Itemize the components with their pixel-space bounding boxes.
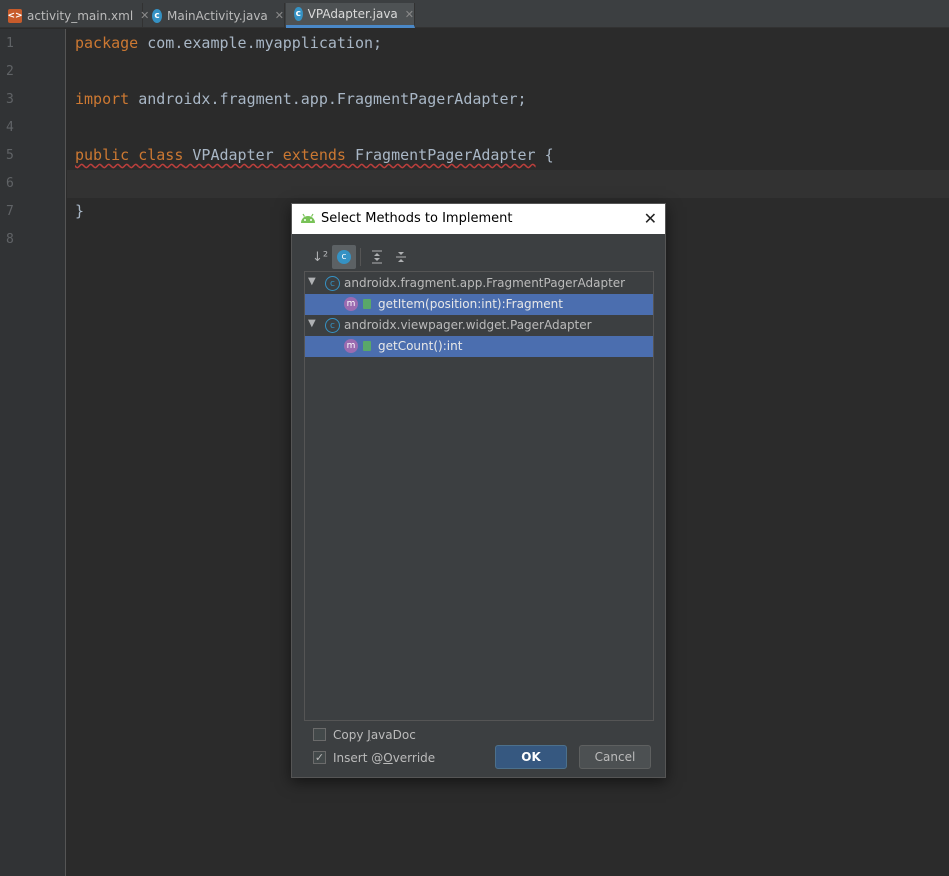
class-name: VPAdapter xyxy=(192,146,274,164)
public-access-icon xyxy=(363,341,371,351)
tab-label: activity_main.xml xyxy=(27,8,134,23)
class-icon: c xyxy=(325,276,340,291)
mnemonic: O xyxy=(383,751,393,765)
label-text: avaDoc xyxy=(370,728,416,742)
expand-arrow-icon[interactable]: ▼ xyxy=(308,276,316,287)
tab-main-activity-java[interactable]: c MainActivity.java ✕ xyxy=(144,3,285,28)
line-number: 2 xyxy=(6,64,14,79)
line-number: 1 xyxy=(6,36,14,51)
method-icon: m xyxy=(344,339,358,353)
keyword: public xyxy=(75,146,130,164)
class-label: androidx.viewpager.widget.PagerAdapter xyxy=(344,318,592,332)
class-icon: c xyxy=(152,8,162,23)
xml-file-icon: <> xyxy=(7,8,23,23)
code-text: { xyxy=(535,146,554,164)
close-icon[interactable]: ✕ xyxy=(405,8,414,21)
insert-override-checkbox[interactable]: ✓ xyxy=(313,751,326,764)
code-line-class-declaration[interactable]: public class VPAdapter extends FragmentP… xyxy=(75,146,554,164)
dialog-title: Select Methods to Implement xyxy=(321,211,513,226)
sort-icon[interactable]: ↓² xyxy=(308,245,332,269)
close-icon[interactable]: ✕ xyxy=(644,209,657,228)
label-text: Copy xyxy=(333,728,368,742)
tree-class-node[interactable]: ▼ c androidx.viewpager.widget.PagerAdapt… xyxy=(305,315,653,336)
dialog-title-bar[interactable]: Select Methods to Implement ✕ xyxy=(292,204,665,234)
dialog-toolbar: ↓² c xyxy=(308,245,413,269)
keyword: class xyxy=(138,146,184,164)
tab-vpadapter-java[interactable]: c VPAdapter.java ✕ xyxy=(286,3,415,28)
line-number: 8 xyxy=(6,232,14,247)
close-icon[interactable]: ✕ xyxy=(275,9,284,22)
method-label: getItem(position:int):Fragment xyxy=(378,297,563,311)
tree-method-node[interactable]: m getCount():int xyxy=(305,336,653,357)
class-label: androidx.fragment.app.FragmentPagerAdapt… xyxy=(344,276,626,290)
tab-label: VPAdapter.java xyxy=(307,7,398,21)
line-number: 6 xyxy=(6,176,14,191)
expand-all-icon[interactable] xyxy=(365,245,389,269)
code-text: } xyxy=(75,202,85,220)
android-icon xyxy=(301,213,315,223)
copy-javadoc-checkbox[interactable] xyxy=(313,728,326,741)
line-number: 7 xyxy=(6,204,14,219)
keyword: package xyxy=(75,34,139,52)
tab-activity-main-xml[interactable]: <> activity_main.xml ✕ xyxy=(0,3,149,28)
class-icon: c xyxy=(325,318,340,333)
expand-arrow-icon[interactable]: ▼ xyxy=(308,318,316,329)
public-access-icon xyxy=(363,299,371,309)
copy-javadoc-label: Copy JavaDoc xyxy=(333,728,416,742)
toolbar-separator xyxy=(360,248,361,266)
code-line-close-brace[interactable]: } xyxy=(75,202,84,220)
label-text: Insert @ xyxy=(333,751,384,765)
class-filter-icon[interactable]: c xyxy=(332,245,356,269)
ok-button[interactable]: OK xyxy=(495,745,567,769)
methods-tree[interactable]: ▼ c androidx.fragment.app.FragmentPagerA… xyxy=(304,271,654,721)
method-label: getCount():int xyxy=(378,339,463,353)
code-line-import[interactable]: import androidx.fragment.app.FragmentPag… xyxy=(75,90,527,108)
editor-tab-bar: <> activity_main.xml ✕ c MainActivity.ja… xyxy=(0,0,949,28)
insert-override-label: Insert @Override xyxy=(333,751,435,765)
keyword: extends xyxy=(282,146,346,164)
class-icon: c xyxy=(294,7,303,21)
line-number: 3 xyxy=(6,92,14,107)
code-text: com.example.myapplication; xyxy=(138,34,383,52)
line-number: 5 xyxy=(6,148,14,163)
tree-method-node[interactable]: m getItem(position:int):Fragment xyxy=(305,294,653,315)
current-line-highlight xyxy=(67,170,949,198)
code-text: androidx.fragment.app.FragmentPagerAdapt… xyxy=(129,90,527,108)
keyword: import xyxy=(75,90,130,108)
cancel-button[interactable]: Cancel xyxy=(579,745,651,769)
line-number: 4 xyxy=(6,120,14,135)
method-icon: m xyxy=(344,297,358,311)
tree-class-node[interactable]: ▼ c androidx.fragment.app.FragmentPagerA… xyxy=(305,273,653,294)
tab-label: MainActivity.java xyxy=(167,8,268,23)
superclass-name: FragmentPagerAdapter xyxy=(354,146,536,164)
collapse-all-icon[interactable] xyxy=(389,245,413,269)
label-text: verride xyxy=(392,751,436,765)
select-methods-dialog: Select Methods to Implement ✕ ↓² c ▼ c a… xyxy=(291,203,666,778)
code-line-package[interactable]: package com.example.myapplication; xyxy=(75,34,382,52)
